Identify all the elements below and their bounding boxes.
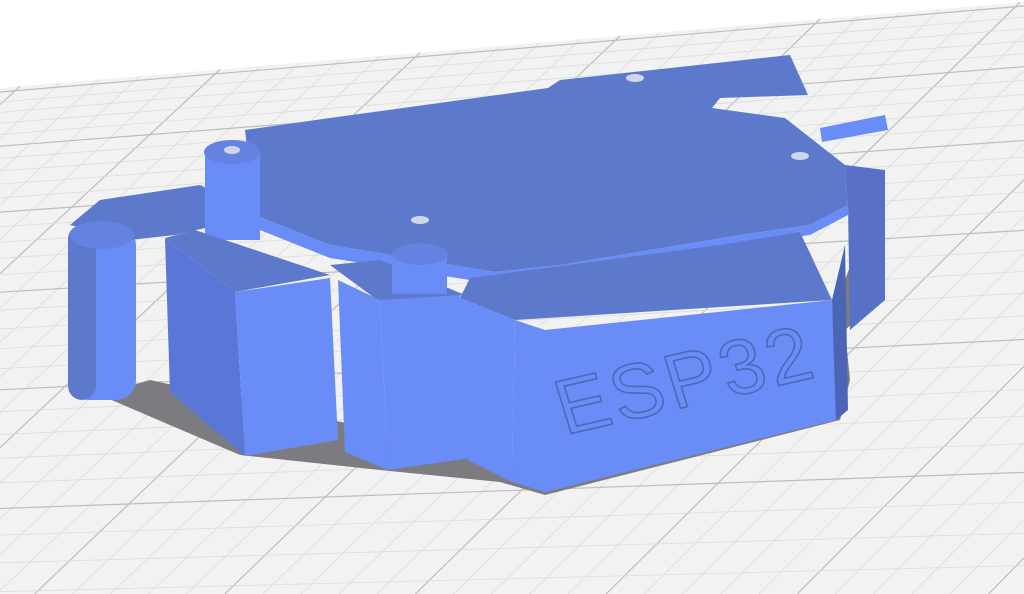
mid-column-side: [380, 295, 470, 470]
mount-hole: [791, 152, 809, 160]
scene-canvas[interactable]: ESP32: [0, 0, 1024, 594]
3d-viewport[interactable]: ESP32: [0, 0, 1024, 594]
left-post-top: [70, 221, 134, 249]
esp32-box-side: [460, 298, 515, 482]
mount-hole: [224, 146, 240, 154]
left-block-front: [235, 278, 338, 456]
left-post-shade: [68, 225, 96, 400]
mount-hole: [411, 216, 429, 224]
standoff-top: [392, 243, 448, 265]
mount-hole: [626, 74, 644, 82]
